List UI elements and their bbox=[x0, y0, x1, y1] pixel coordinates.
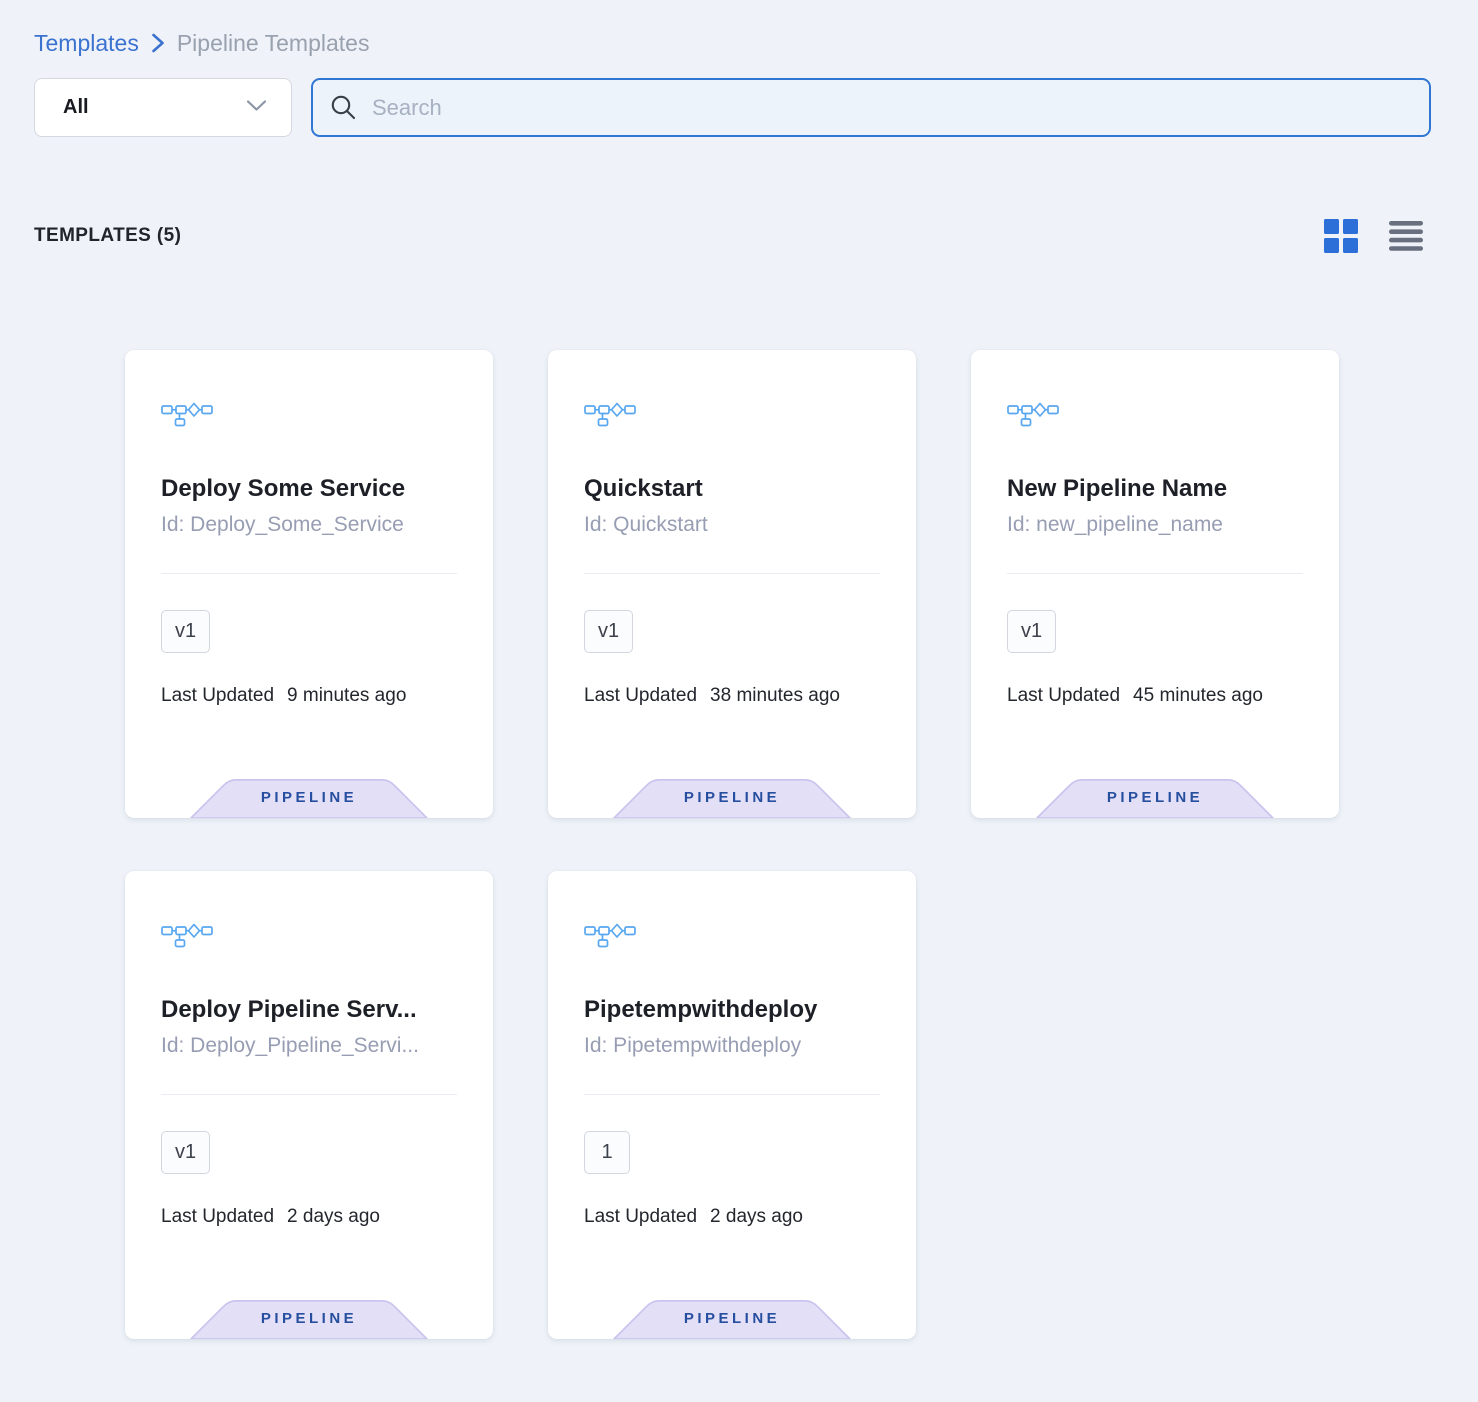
template-id: Id: Quickstart bbox=[584, 513, 880, 537]
last-updated-value: 45 minutes ago bbox=[1133, 685, 1263, 707]
templates-grid: Deploy Some Service Id: Deploy_Some_Serv… bbox=[125, 350, 1478, 1339]
last-updated-value: 2 days ago bbox=[710, 1206, 803, 1228]
section-header: TEMPLATES (5) bbox=[34, 219, 1423, 253]
chevron-right-icon bbox=[151, 32, 165, 54]
breadcrumb-current-page: Pipeline Templates bbox=[177, 30, 370, 57]
last-updated-row: Last Updated 2 days ago bbox=[161, 1206, 457, 1228]
template-title: Quickstart bbox=[584, 475, 880, 503]
search-icon bbox=[330, 94, 357, 121]
search-box bbox=[311, 78, 1431, 137]
last-updated-row: Last Updated 45 minutes ago bbox=[1007, 685, 1303, 707]
last-updated-label: Last Updated bbox=[1007, 685, 1120, 707]
version-badge: 1 bbox=[584, 1131, 630, 1174]
template-id: Id: new_pipeline_name bbox=[1007, 513, 1303, 537]
list-view-button[interactable] bbox=[1389, 221, 1423, 251]
pipeline-type-label: PIPELINE bbox=[1036, 789, 1274, 806]
search-input[interactable] bbox=[372, 95, 1412, 121]
last-updated-label: Last Updated bbox=[584, 1206, 697, 1228]
pipeline-type-badge: PIPELINE bbox=[190, 777, 428, 818]
pipeline-icon bbox=[584, 398, 636, 428]
breadcrumb: Templates Pipeline Templates bbox=[0, 0, 1478, 59]
template-scope-select[interactable]: All bbox=[34, 78, 292, 137]
view-toggles bbox=[1324, 219, 1423, 253]
last-updated-row: Last Updated 2 days ago bbox=[584, 1206, 880, 1228]
last-updated-label: Last Updated bbox=[584, 685, 697, 707]
version-badge: v1 bbox=[161, 1131, 210, 1174]
template-card[interactable]: Pipetempwithdeploy Id: Pipetempwithdeplo… bbox=[548, 871, 916, 1339]
pipeline-icon bbox=[1007, 398, 1059, 428]
pipeline-type-badge: PIPELINE bbox=[613, 777, 851, 818]
last-updated-row: Last Updated 38 minutes ago bbox=[584, 685, 880, 707]
controls-row: All bbox=[34, 78, 1431, 137]
pipeline-icon bbox=[584, 919, 636, 949]
last-updated-value: 9 minutes ago bbox=[287, 685, 406, 707]
template-title: Deploy Pipeline Serv... bbox=[161, 996, 457, 1024]
template-card[interactable]: Deploy Some Service Id: Deploy_Some_Serv… bbox=[125, 350, 493, 818]
last-updated-value: 2 days ago bbox=[287, 1206, 380, 1228]
pipeline-type-badge: PIPELINE bbox=[190, 1298, 428, 1339]
template-id: Id: Pipetempwithdeploy bbox=[584, 1034, 880, 1058]
section-title: TEMPLATES (5) bbox=[34, 225, 181, 247]
pipeline-templates-page: Templates Pipeline Templates All TEMPLAT… bbox=[0, 0, 1478, 1402]
pipeline-type-label: PIPELINE bbox=[190, 1310, 428, 1327]
list-icon bbox=[1389, 221, 1423, 251]
grid-icon bbox=[1324, 219, 1358, 253]
template-id: Id: Deploy_Pipeline_Servi... bbox=[161, 1034, 457, 1058]
pipeline-icon bbox=[161, 919, 213, 949]
template-title: New Pipeline Name bbox=[1007, 475, 1303, 503]
version-badge: v1 bbox=[161, 610, 210, 653]
template-card[interactable]: Deploy Pipeline Serv... Id: Deploy_Pipel… bbox=[125, 871, 493, 1339]
pipeline-icon bbox=[161, 398, 213, 428]
pipeline-type-label: PIPELINE bbox=[190, 789, 428, 806]
last-updated-row: Last Updated 9 minutes ago bbox=[161, 685, 457, 707]
template-title: Pipetempwithdeploy bbox=[584, 996, 880, 1024]
template-card[interactable]: New Pipeline Name Id: new_pipeline_name … bbox=[971, 350, 1339, 818]
last-updated-label: Last Updated bbox=[161, 1206, 274, 1228]
selected-filter-value: All bbox=[63, 96, 89, 119]
chevron-down-icon bbox=[246, 99, 267, 117]
pipeline-type-label: PIPELINE bbox=[613, 1310, 851, 1327]
template-id: Id: Deploy_Some_Service bbox=[161, 513, 457, 537]
grid-view-button[interactable] bbox=[1324, 219, 1358, 253]
last-updated-value: 38 minutes ago bbox=[710, 685, 840, 707]
pipeline-type-badge: PIPELINE bbox=[613, 1298, 851, 1339]
template-card[interactable]: Quickstart Id: Quickstart v1 Last Update… bbox=[548, 350, 916, 818]
template-title: Deploy Some Service bbox=[161, 475, 457, 503]
pipeline-type-badge: PIPELINE bbox=[1036, 777, 1274, 818]
last-updated-label: Last Updated bbox=[161, 685, 274, 707]
breadcrumb-link-templates[interactable]: Templates bbox=[34, 30, 139, 57]
version-badge: v1 bbox=[1007, 610, 1056, 653]
version-badge: v1 bbox=[584, 610, 633, 653]
pipeline-type-label: PIPELINE bbox=[613, 789, 851, 806]
